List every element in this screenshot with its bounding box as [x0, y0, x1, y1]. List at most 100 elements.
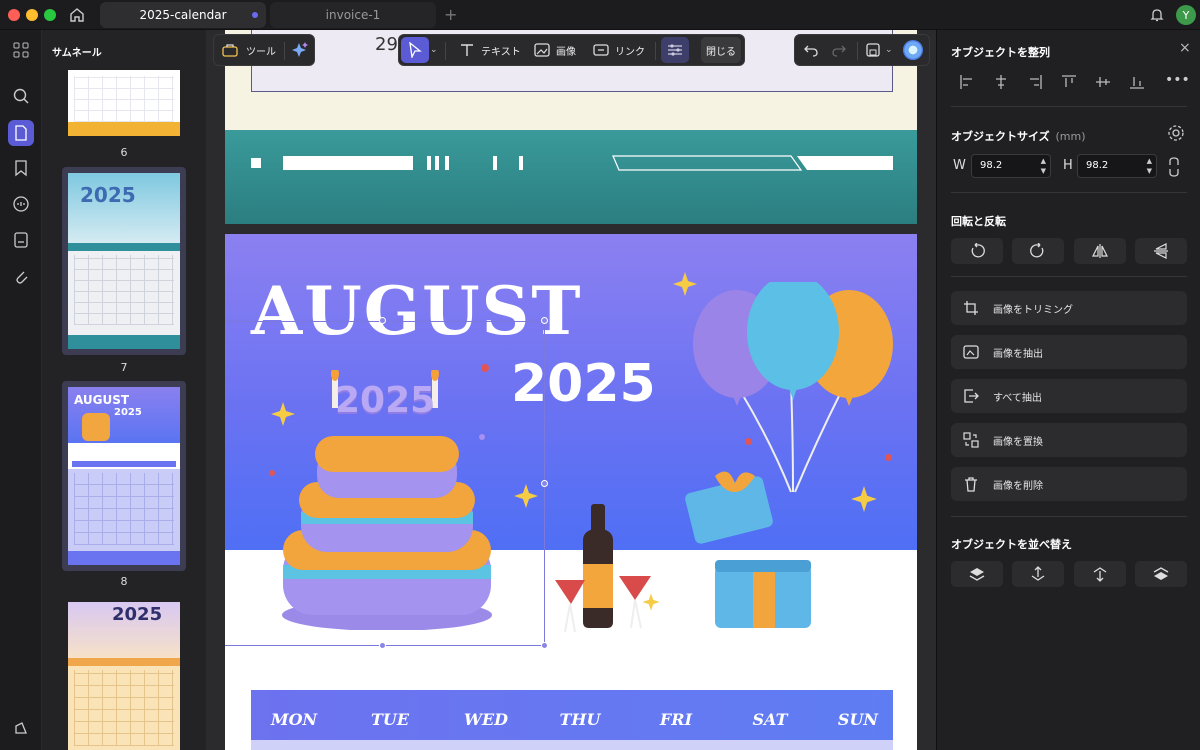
save-button[interactable]: ⌄	[865, 35, 893, 65]
toolbar-divider	[284, 42, 285, 60]
bring-forward-button[interactable]	[1012, 561, 1064, 587]
weekday-header: MON TUE WED THU FRI SAT SUN	[251, 690, 893, 750]
extract-all-button[interactable]: すべて抽出	[951, 379, 1187, 413]
resize-handle-se[interactable]	[541, 642, 548, 649]
flip-vertical-button[interactable]	[1135, 238, 1187, 264]
align-title: オブジェクトを整列	[951, 46, 1050, 59]
crop-image-button[interactable]: 画像をトリミング	[951, 291, 1187, 325]
stamp-icon[interactable]	[9, 228, 33, 252]
new-tab-icon[interactable]: +	[444, 5, 457, 24]
confetti-dot	[885, 454, 892, 461]
more-icon[interactable]: •••	[1165, 72, 1190, 88]
align-center-v-icon[interactable]	[1095, 74, 1111, 90]
gift-box-image	[685, 471, 811, 628]
comment-icon[interactable]	[9, 192, 33, 216]
bring-to-front-button[interactable]	[951, 561, 1003, 587]
avatar[interactable]: Y	[1176, 5, 1196, 25]
resize-handle-ne[interactable]	[541, 317, 548, 324]
redo-button[interactable]	[831, 35, 847, 65]
minimize-window-button[interactable]	[26, 9, 38, 21]
action-label: 画像を削除	[993, 480, 1043, 492]
properties-button[interactable]	[661, 37, 689, 63]
attachment-icon[interactable]	[9, 264, 33, 288]
resize-handle-n[interactable]	[379, 317, 386, 324]
gear-icon[interactable]	[1167, 124, 1185, 142]
thumbnail-page-8[interactable]: AUGUST 2025	[68, 387, 180, 565]
rotate-left-button[interactable]	[951, 238, 1003, 264]
flip-horizontal-button[interactable]	[1074, 238, 1126, 264]
selection-box[interactable]	[225, 321, 545, 646]
bring-forward-icon	[1031, 566, 1045, 581]
separator	[951, 192, 1187, 193]
replace-image-button[interactable]: 画像を置換	[951, 423, 1187, 457]
height-field[interactable]: 98.2 ▲ ▼	[1077, 154, 1157, 178]
thumb7-year: 2025	[80, 183, 136, 207]
grid-icon[interactable]	[9, 38, 33, 62]
grid-top-row	[251, 740, 893, 750]
bell-icon[interactable]	[1148, 6, 1166, 28]
undo-button[interactable]	[803, 35, 819, 65]
thumb8-year: 2025	[114, 407, 142, 418]
weekday-label: THU	[559, 710, 601, 729]
tab-invoice-1[interactable]: invoice-1	[270, 2, 436, 28]
image-tool-button[interactable]: 画像	[534, 35, 576, 65]
send-backward-button[interactable]	[1074, 561, 1126, 587]
rotate-right-button[interactable]	[1012, 238, 1064, 264]
left-rail	[0, 30, 42, 750]
select-tool-button[interactable]	[401, 37, 429, 63]
text-tool-button[interactable]: テキスト	[459, 35, 521, 65]
tab-2025-calendar[interactable]: 2025-calendar	[100, 2, 266, 28]
width-stepper[interactable]: ▲ ▼	[1041, 156, 1046, 176]
align-center-h-icon[interactable]	[993, 74, 1009, 90]
ai-assistant-button[interactable]	[903, 35, 923, 65]
weekday-label: WED	[463, 710, 509, 729]
thumbnail-number: 6	[120, 146, 128, 159]
title-bar: 2025-calendar invoice-1 + Y	[0, 0, 1200, 30]
separator	[951, 276, 1187, 277]
balloons-image	[693, 282, 893, 493]
width-field[interactable]: 98.2 ▲ ▼	[971, 154, 1051, 178]
decor-ribbon	[612, 155, 893, 171]
pages-icon[interactable]	[8, 120, 34, 146]
resize-handle-e[interactable]	[541, 480, 548, 487]
edit-toolbar: ⌄ テキスト 画像 リンク 閉じる	[398, 34, 745, 66]
top-number: 29	[375, 34, 398, 55]
align-bottom-icon[interactable]	[1129, 74, 1145, 90]
align-top-icon[interactable]	[1061, 74, 1077, 90]
thumbnail-page-9[interactable]: 2025	[68, 602, 180, 750]
link-tool-button[interactable]: リンク	[593, 35, 645, 65]
thumbnail-page-6[interactable]	[68, 70, 180, 136]
image-tool-label: 画像	[556, 46, 576, 58]
close-panel-icon[interactable]: ×	[1179, 40, 1191, 56]
height-stepper[interactable]: ▲ ▼	[1147, 156, 1152, 176]
redo-icon	[832, 45, 846, 57]
ai-sparkle-button[interactable]	[291, 35, 309, 65]
home-icon[interactable]	[68, 6, 86, 28]
search-icon[interactable]	[9, 84, 33, 108]
send-to-back-button[interactable]	[1135, 561, 1187, 587]
thumbnail-page-7[interactable]: 2025	[68, 173, 180, 349]
tab-label: invoice-1	[325, 8, 381, 22]
resize-handle-s[interactable]	[379, 642, 386, 649]
close-edit-button[interactable]: 閉じる	[701, 37, 741, 63]
align-left-icon[interactable]	[959, 74, 975, 90]
bookmark-icon[interactable]	[9, 156, 33, 180]
chevron-down-icon[interactable]: ⌄	[885, 45, 893, 55]
rotate-left-icon	[971, 243, 985, 258]
close-window-button[interactable]	[8, 9, 20, 21]
delete-image-button[interactable]: 画像を削除	[951, 467, 1187, 501]
chevron-down-icon[interactable]: ⌄	[430, 35, 438, 65]
trash-icon	[965, 477, 977, 492]
flip-horizontal-icon	[1092, 244, 1108, 258]
height-value: 98.2	[1086, 160, 1109, 171]
theme-icon[interactable]	[9, 716, 33, 740]
tools-button[interactable]: ツール	[222, 35, 276, 65]
toolbar-divider	[445, 42, 446, 60]
decor-tick	[445, 156, 449, 170]
link-tool-label: リンク	[615, 46, 645, 58]
lock-ratio-icon[interactable]	[1167, 156, 1181, 178]
align-right-icon[interactable]	[1027, 74, 1043, 90]
extract-image-button[interactable]: 画像を抽出	[951, 335, 1187, 369]
separator	[951, 516, 1187, 517]
zoom-window-button[interactable]	[44, 9, 56, 21]
